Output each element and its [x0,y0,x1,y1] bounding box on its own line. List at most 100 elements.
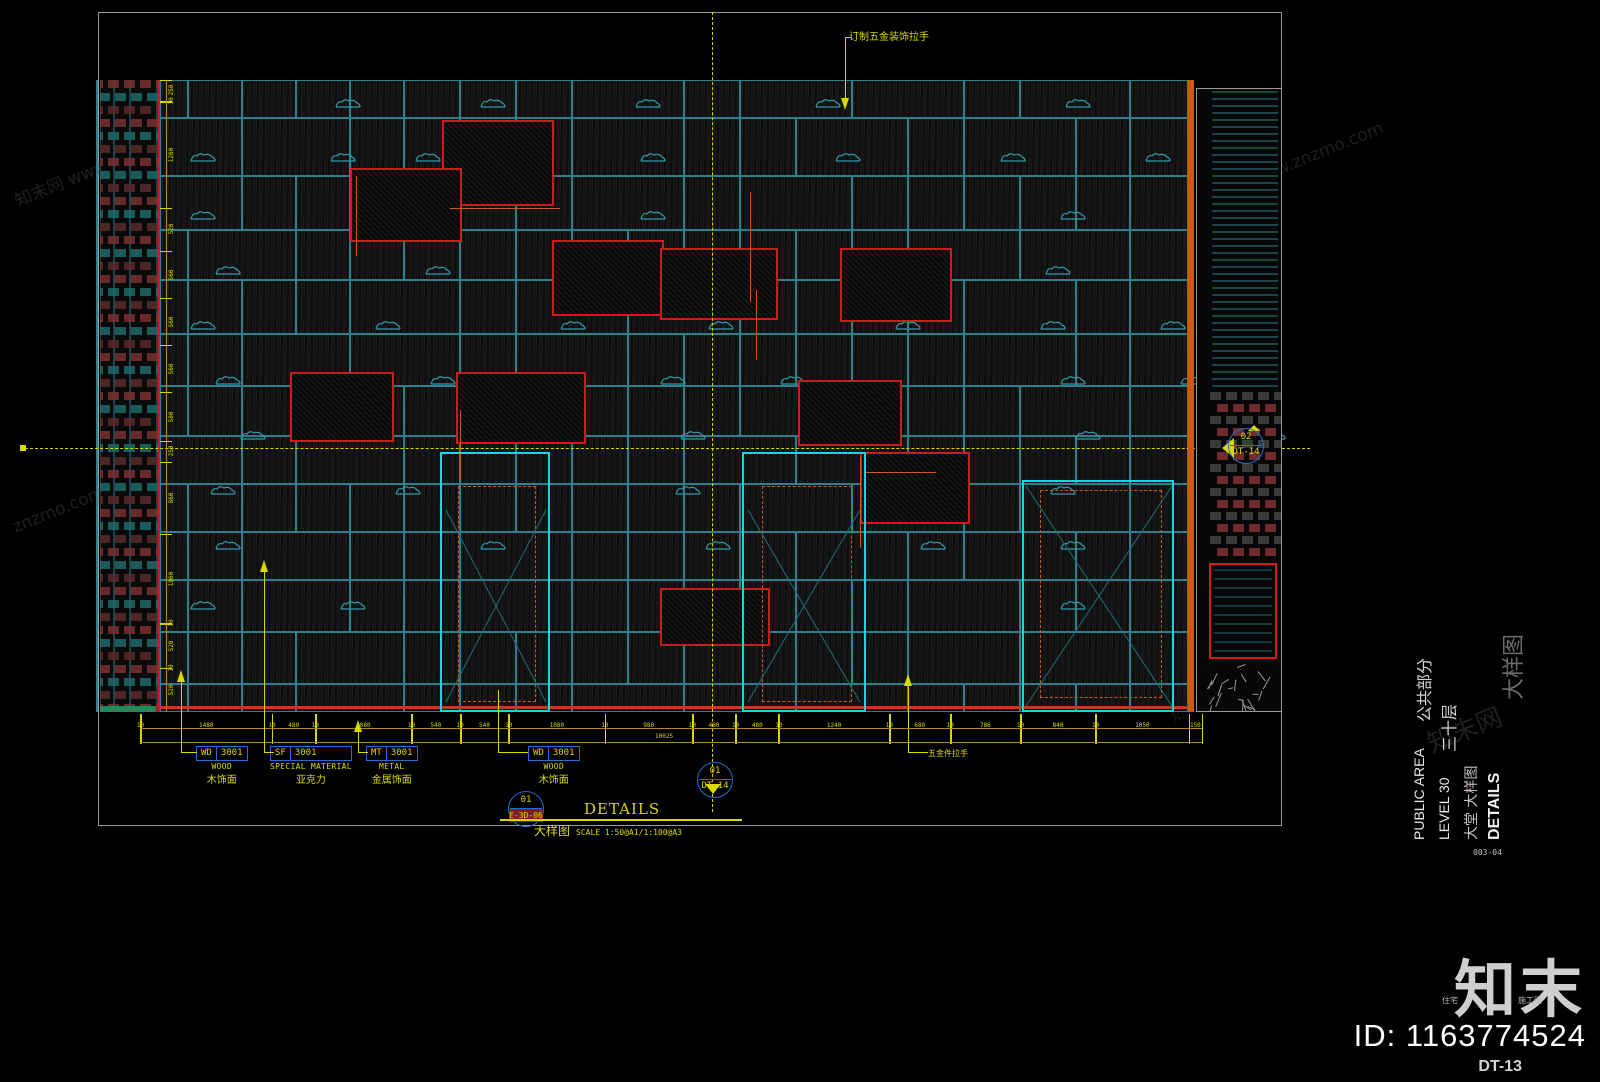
panel-cloud-mark-icon [1040,320,1066,330]
wall-panel [242,118,350,176]
wall-panel [1130,118,1188,176]
left-wall-bricks [100,80,158,712]
dimension-tick [316,714,317,744]
panel-cloud-mark-icon [1160,320,1186,330]
door-swing-lines [440,452,880,714]
detail-bubble-right[interactable]: 02 DT-14 [1228,428,1264,464]
wall-panel [188,80,242,118]
material-tag-wood-4[interactable]: WD 3001 WOOD 木饰面 [528,746,580,786]
detail-bubble-mid-top: 01 [698,765,732,778]
wall-panel [1130,436,1188,484]
wall-panel [188,386,242,436]
panel-cloud-mark-icon [815,98,841,108]
panel-cloud-mark-icon [835,152,861,162]
tag4-leader-v [498,690,499,753]
material-code: MT [367,747,386,760]
note2-arrow-icon [904,674,913,686]
material-cn: 木饰面 [196,771,248,786]
dimension-label-vertical: 560 [168,269,175,280]
wall-panel [516,80,572,118]
dimension-tick [736,714,737,744]
hardware-detail-line [750,192,751,302]
panel-cloud-mark-icon [330,152,356,162]
panel-cloud-mark-icon [640,210,666,220]
dimension-label-vertical: 1260 [168,147,175,161]
material-tag-wood-1[interactable]: WD 3001 WOOD 木饰面 [196,746,248,786]
highlighted-panel-red [798,380,902,446]
wall-panel [242,532,350,580]
tag2-leader-v [264,568,265,753]
material-tag-special-2[interactable]: SF 3001 SPECIAL MATERIAL 亚克力 [270,746,352,786]
wall-panel [160,436,242,484]
material-cn: 木饰面 [528,771,580,786]
dimension-tick [509,714,510,744]
floor-band [100,706,156,712]
wall-panel [852,176,908,230]
detail-bubble-right-top: 02 [1229,431,1263,444]
dimension-tick [1189,714,1190,744]
wall-panel [908,386,964,436]
right-wall-edge [1188,80,1194,712]
panel-cloud-mark-icon [1075,430,1101,440]
tag1-arrow-icon [177,670,186,682]
wall-panel [572,80,684,118]
wall-panel [964,80,1020,118]
wall-panel [188,230,296,280]
dimension-tick [1096,714,1097,744]
material-code: WD [529,747,548,760]
dimension-line-2 [140,742,1202,743]
wall-panel [296,176,350,230]
panel-cloud-mark-icon [215,375,241,385]
material-cn: 金属饰面 [366,771,418,786]
note-hardware-handle: 五金件拉手 [928,748,968,759]
wall-panel [1076,176,1130,230]
highlighted-panel-red [660,248,778,320]
highlighted-panel-red [290,372,394,442]
wall-panel [964,118,1076,176]
titleblock-line1-cn: 公共部分 [1411,658,1435,722]
dimension-tick [1202,714,1203,744]
note2-leader-h [908,752,928,753]
detail-title-rule [500,819,742,821]
material-en: WOOD [196,762,248,771]
material-en: WOOD [528,762,580,771]
tag3-arrow-icon [354,720,363,732]
wall-panel [404,80,460,118]
wall-panel [242,280,296,334]
wall-panel [572,176,684,230]
panel-cloud-mark-icon [1000,152,1026,162]
tag1-leader-h [181,752,197,753]
dimension-label-vertical: 520 [168,640,175,651]
titleblock-line2-cn: 三十层 [1436,704,1460,752]
wall-panel [1076,436,1130,484]
highlighted-panel-red [456,372,586,444]
panel-cloud-mark-icon [190,600,216,610]
dimension-label-vertical: 580 [168,411,175,422]
panel-cloud-mark-icon [680,430,706,440]
panel-cloud-mark-icon [635,98,661,108]
detail-bubble-mid[interactable]: 01 DT-14 [697,762,733,798]
wall-panel [1020,386,1130,436]
dimension-label-vertical: 560 [168,316,175,327]
dimension-tick [141,714,142,744]
material-number: 3001 [216,747,247,760]
wall-panel [460,280,516,334]
material-en: METAL [366,762,418,771]
tag2-leader-h [264,752,274,753]
wall-panel [242,632,296,684]
brand-logo-sub-left: 住宅 [1442,995,1458,1006]
wall-panel [572,118,684,176]
material-tag-metal-3[interactable]: MT 3001 METAL 金属饰面 [366,746,418,786]
wall-panel [908,580,1020,632]
panel-cloud-mark-icon [425,265,451,275]
material-tag-box: WD 3001 [196,746,248,761]
detail-title-cn: 大样图 [534,822,570,839]
brand-logo: 知末 [1454,960,1586,1020]
panel-cloud-mark-icon [415,152,441,162]
wall-panel [740,118,796,176]
material-tag-box: SF 3001 [270,746,352,761]
detail-scale: SCALE 1:50@A1/1:100@A3 [576,828,682,837]
wall-outer-line [96,80,98,712]
highlighted-panel-red [552,240,664,316]
detail-title-block: DETAILS 大样图 SCALE 1:50@A1/1:100@A3 [500,800,760,839]
